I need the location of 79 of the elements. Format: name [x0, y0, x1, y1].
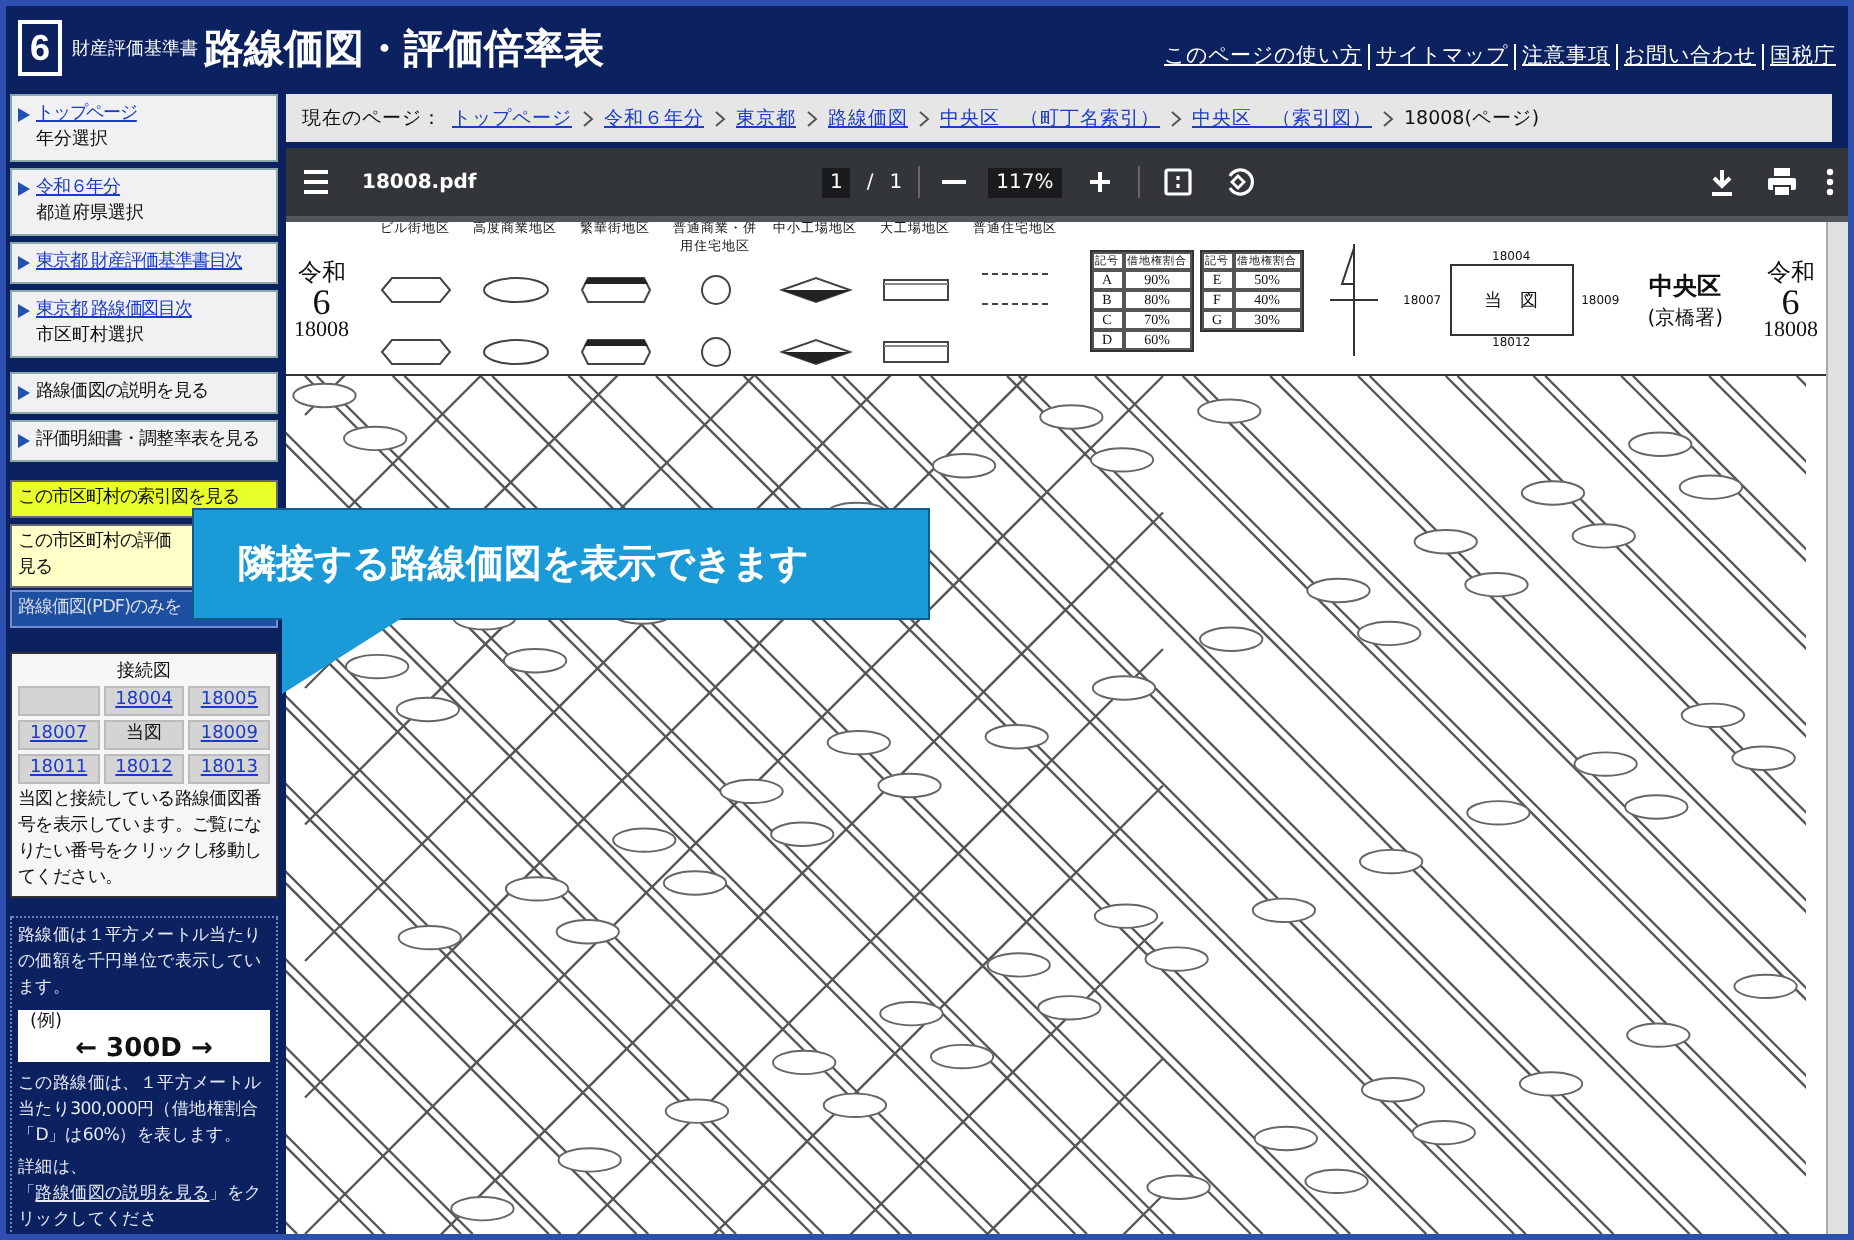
adjacent-map-link[interactable]: 18005 — [188, 686, 270, 716]
breadcrumb-link[interactable]: 令和６年分 — [604, 105, 704, 131]
breadcrumb-label: 現在のページ： — [302, 105, 442, 131]
adjacent-title: 接続図 — [115, 659, 173, 684]
year-number: 6 — [312, 283, 331, 319]
triangle-bullet-icon — [18, 182, 30, 196]
triangle-bullet-icon — [18, 304, 30, 318]
triangle-bullet-icon — [18, 256, 30, 270]
chevron-right-icon — [918, 109, 930, 127]
zoom-field[interactable]: 117% — [988, 167, 1062, 197]
adjacent-map-link[interactable]: 18011 — [18, 754, 100, 784]
menu-icon — [300, 166, 332, 198]
year-number: 6 — [1781, 283, 1800, 319]
era-label: 令和 — [297, 259, 346, 283]
header-link[interactable]: このページの使い方 — [1164, 42, 1362, 70]
current-map-cell: 当図 — [103, 720, 185, 750]
current-sheet-box: 当 図 — [1449, 264, 1574, 336]
road-symbol-icon — [375, 334, 455, 370]
more-options-icon — [1826, 168, 1834, 196]
chevron-right-icon — [714, 109, 726, 127]
road-symbol-icon — [775, 272, 855, 308]
page-total: 1 — [889, 171, 903, 193]
explanation-text: 路線価は１平方メートル当たりの価額を千円単位で表示しています。 — [18, 924, 264, 1002]
header-link[interactable]: 国税庁 — [1770, 42, 1836, 70]
callout-pointer-icon — [282, 618, 402, 698]
print-icon — [1766, 166, 1798, 198]
breadcrumb-link[interactable]: 東京都 — [736, 105, 796, 131]
minus-icon — [942, 180, 967, 184]
triangle-bullet-icon — [18, 386, 30, 400]
adjacent-map-link[interactable]: 18007 — [18, 720, 100, 750]
download-icon — [1706, 166, 1738, 198]
adjacent-note: 当図と接続している路線価図番号を表示しています。ご覧になりたい番号をクリックし移動してください。 — [18, 788, 264, 892]
nav-button[interactable]: この市区町村の索引図を見る — [10, 480, 278, 518]
file-name: 18008.pdf — [362, 171, 479, 193]
nav-link[interactable]: トップページ — [36, 102, 137, 128]
breadcrumb-current: 18008(ページ) — [1404, 105, 1540, 131]
road-symbol-icon — [775, 334, 855, 370]
site-title: 路線価図・評価倍率表 — [204, 21, 604, 75]
nav-sublabel: 年分選択 — [36, 128, 110, 154]
page-separator: / — [866, 171, 874, 193]
breadcrumb-link[interactable]: 中央区 （町丁名索引） — [940, 105, 1160, 131]
chevron-right-icon — [582, 109, 594, 127]
nav-sublabel: 都道府県選択 — [36, 202, 146, 228]
nav-sublabel: 市区町村選択 — [36, 324, 146, 350]
example-label: (例) — [30, 1010, 65, 1036]
road-symbol-icon — [575, 334, 655, 370]
scrollbar[interactable] — [1826, 222, 1848, 1234]
explanation-text: 詳細は、「路線価図の説明を見る」をクリックしてくださ — [18, 1156, 264, 1234]
nav-link[interactable]: 令和６年分 — [36, 176, 121, 202]
adjacent-map-link[interactable]: 18004 — [103, 686, 185, 716]
breadcrumb-link[interactable]: 中央区 （索引図） — [1192, 105, 1372, 131]
site-subtitle: 財産評価基準書 — [72, 37, 198, 61]
road-symbol-icon — [575, 272, 655, 308]
page-number-field[interactable]: 1 — [822, 167, 851, 197]
explanation-link[interactable]: 路線価図の説明を見る — [35, 1184, 210, 1204]
chevron-right-icon — [1170, 109, 1182, 127]
header-link[interactable]: サイトマップ — [1376, 42, 1508, 70]
adjacent-map-link[interactable]: 18009 — [188, 720, 270, 750]
fit-page-icon — [1161, 166, 1194, 198]
chevron-right-icon — [806, 109, 818, 127]
sheet-number: 18008 — [294, 319, 349, 341]
header-link[interactable]: お問い合わせ — [1624, 42, 1756, 70]
header-link[interactable]: 注意事項 — [1522, 42, 1610, 70]
era-label: 令和 — [1766, 259, 1815, 283]
adjacent-map-link[interactable]: 18012 — [103, 754, 185, 784]
tax-office-name: (京橋署) — [1647, 305, 1723, 331]
triangle-bullet-icon — [18, 108, 30, 122]
chevron-right-icon — [1382, 109, 1394, 127]
nav-link[interactable]: 東京都 路線価図目次 — [36, 298, 192, 324]
volume-badge: 6 — [18, 20, 62, 76]
example-value: ← 300D → — [73, 1036, 215, 1062]
sheet-number: 18008 — [1763, 319, 1818, 341]
road-symbol-icon — [375, 272, 455, 308]
breadcrumb-link[interactable]: 路線価図 — [828, 105, 908, 131]
adjacent-map-link[interactable]: 18013 — [188, 754, 270, 784]
breadcrumb-link[interactable]: トップページ — [452, 105, 572, 131]
explanation-text: この路線価は、１平方メートル当たり300,000円（借地権割合「D」は60%）を表します。 — [18, 1072, 264, 1150]
ward-name: 中央区 — [1649, 269, 1722, 303]
triangle-bullet-icon — [18, 434, 30, 448]
